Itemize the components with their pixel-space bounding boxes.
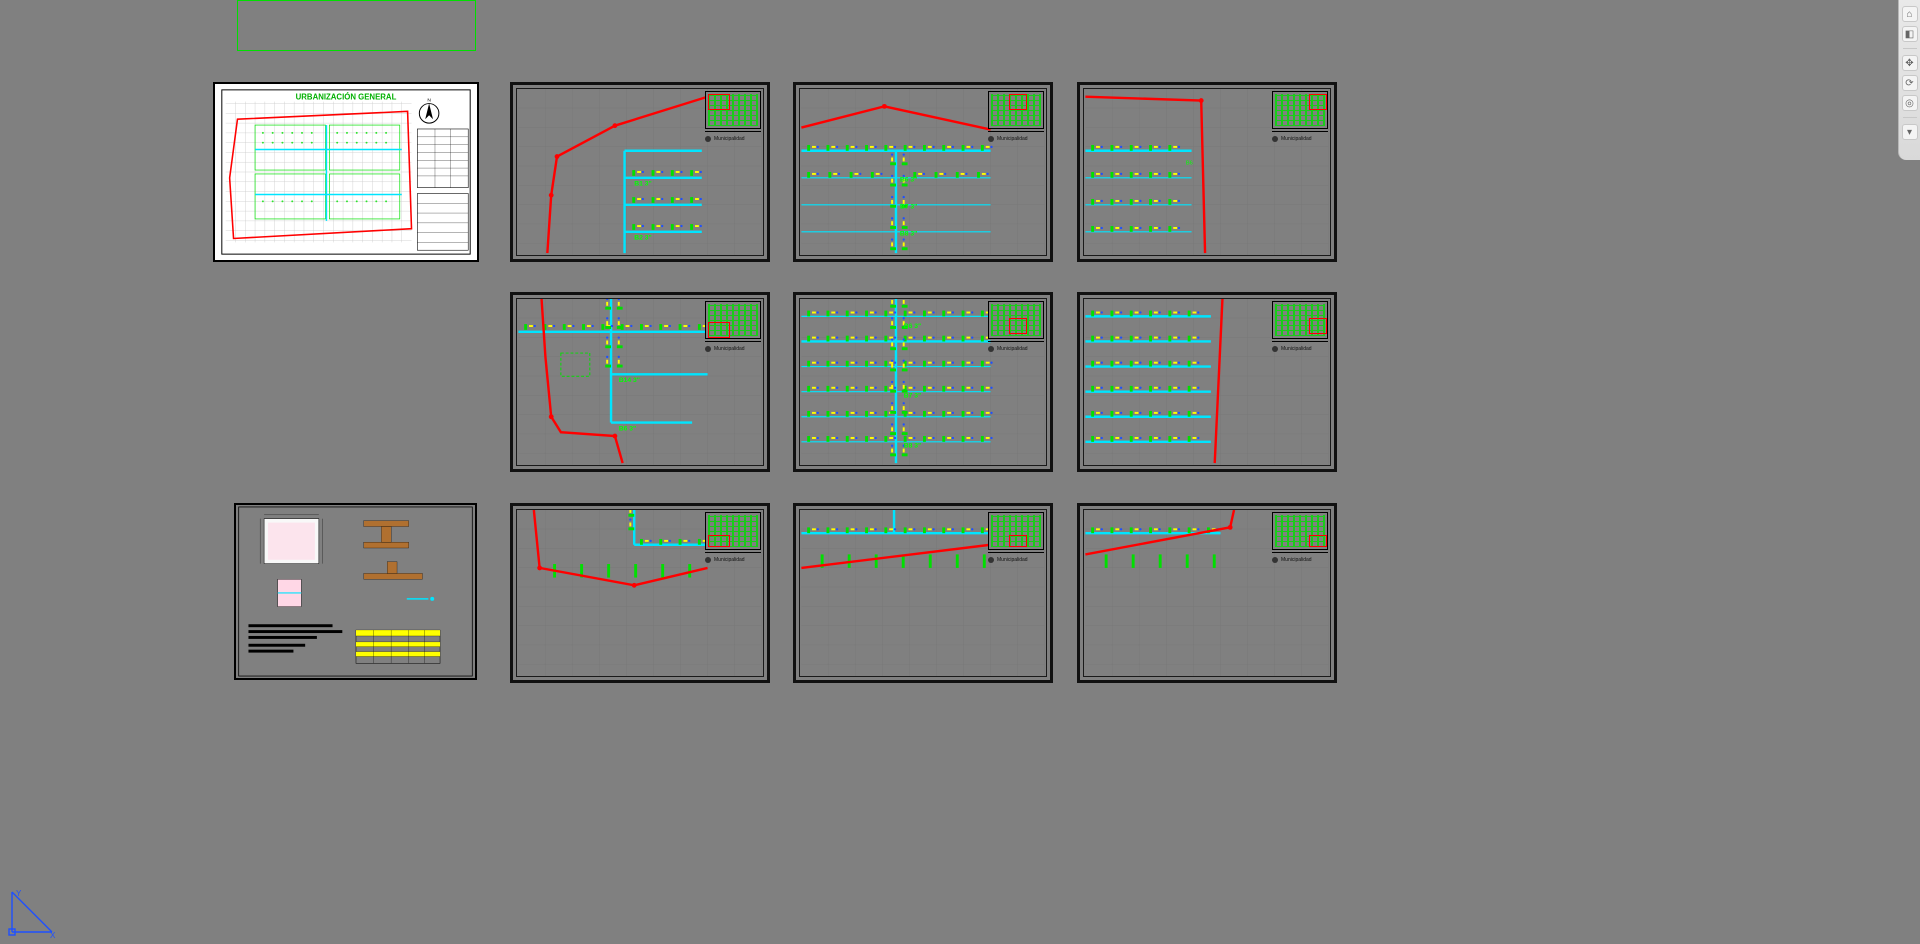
layout-plan-1[interactable]: B1 3" B2 3" Municipalidad (510, 82, 770, 262)
layout-plan-7[interactable]: Municipalidad (510, 503, 770, 683)
keyplan (988, 512, 1044, 550)
plan-drawing: B14 3" B6 3" (517, 299, 763, 465)
layout-plan-3[interactable]: B6 Municipalidad (1077, 82, 1337, 262)
titleblock: Municipalidad (705, 341, 761, 355)
model-space[interactable]: URBANIZACIÓN GENERAL (0, 0, 1920, 944)
home-icon[interactable]: ⌂ (1902, 6, 1918, 22)
layout-plan-5[interactable]: B6 3" B7 3" B8 3" Municipalidad (793, 292, 1053, 472)
logo-icon (1272, 346, 1278, 352)
logo-icon (988, 557, 994, 563)
titleblock: Municipalidad (1272, 341, 1328, 355)
logo-icon (1272, 557, 1278, 563)
settings-icon[interactable]: ▾ (1902, 124, 1918, 140)
svg-text:B6 3": B6 3" (904, 323, 921, 330)
svg-text:B8 3": B8 3" (904, 443, 921, 450)
titleblock (417, 194, 468, 251)
plan-drawing: B6 (1084, 89, 1330, 255)
plan-drawing: B6 3" B7 3" B8 3" (800, 89, 1046, 255)
svg-text:B14 3": B14 3" (619, 377, 640, 384)
plan-drawing (800, 510, 1046, 676)
layout-plan-9[interactable]: Municipalidad (1077, 503, 1337, 683)
titleblock: Municipalidad (705, 131, 761, 145)
layout-plan-2[interactable]: B6 3" B7 3" B8 3" Municipalidad (793, 82, 1053, 262)
keyplan (1272, 91, 1328, 129)
logo-icon (988, 136, 994, 142)
titleblock: Municipalidad (988, 552, 1044, 566)
selection-rect (237, 0, 476, 51)
plan-drawing (517, 510, 763, 676)
titleblock: Municipalidad (1272, 131, 1328, 145)
titleblock: Municipalidad (705, 552, 761, 566)
keyplan (705, 91, 761, 129)
titleblock: Municipalidad (988, 131, 1044, 145)
titleblock: Municipalidad (1272, 552, 1328, 566)
svg-text:B6 3": B6 3" (900, 177, 917, 184)
svg-text:B2 3": B2 3" (634, 235, 651, 242)
layout-plan-4[interactable]: B14 3" B6 3" Municipalidad (510, 292, 770, 472)
svg-text:X: X (50, 931, 56, 938)
keyplan (988, 301, 1044, 339)
plan-drawing (1084, 510, 1330, 676)
svg-text:N: N (427, 98, 431, 104)
svg-text:B8 3": B8 3" (900, 231, 917, 238)
svg-text:B7 3": B7 3" (900, 204, 917, 211)
keyplan (1272, 512, 1328, 550)
viewcube-icon[interactable]: ◧ (1902, 26, 1918, 42)
logo-icon (705, 136, 711, 142)
details-drawing (236, 505, 475, 678)
layout-plan-8[interactable]: Municipalidad (793, 503, 1053, 683)
plan-drawing: B6 3" B7 3" B8 3" (800, 299, 1046, 465)
ucs-icon: Y X (6, 886, 58, 938)
schedule-table (417, 129, 468, 188)
keyplan (705, 512, 761, 550)
layout-details[interactable] (234, 503, 477, 680)
logo-icon (705, 557, 711, 563)
svg-text:B1 3": B1 3" (634, 181, 651, 188)
svg-text:B6 3": B6 3" (619, 425, 636, 432)
keyplan (988, 91, 1044, 129)
plan-drawing: B1 3" B2 3" (517, 89, 763, 255)
overview-title: URBANIZACIÓN GENERAL (296, 93, 397, 102)
keyplan (705, 301, 761, 339)
keyplan (1272, 301, 1328, 339)
logo-icon (1272, 136, 1278, 142)
layout-plan-6[interactable]: Municipalidad (1077, 292, 1337, 472)
pan-icon[interactable]: ✥ (1902, 55, 1918, 71)
navigation-bar: ⌂ ◧ ✥ ⟳ ◎ ▾ (1898, 0, 1920, 160)
svg-text:Y: Y (16, 889, 22, 898)
overview-drawing: URBANIZACIÓN GENERAL (215, 84, 477, 260)
layout-overview[interactable]: URBANIZACIÓN GENERAL (213, 82, 479, 262)
orbit-icon[interactable]: ⟳ (1902, 75, 1918, 91)
logo-icon (988, 346, 994, 352)
svg-text:B7 3": B7 3" (904, 392, 921, 399)
logo-icon (705, 346, 711, 352)
steering-wheel-icon[interactable]: ◎ (1902, 95, 1918, 111)
plan-drawing (1084, 299, 1330, 465)
svg-text:B6: B6 (1186, 160, 1193, 166)
titleblock: Municipalidad (988, 341, 1044, 355)
